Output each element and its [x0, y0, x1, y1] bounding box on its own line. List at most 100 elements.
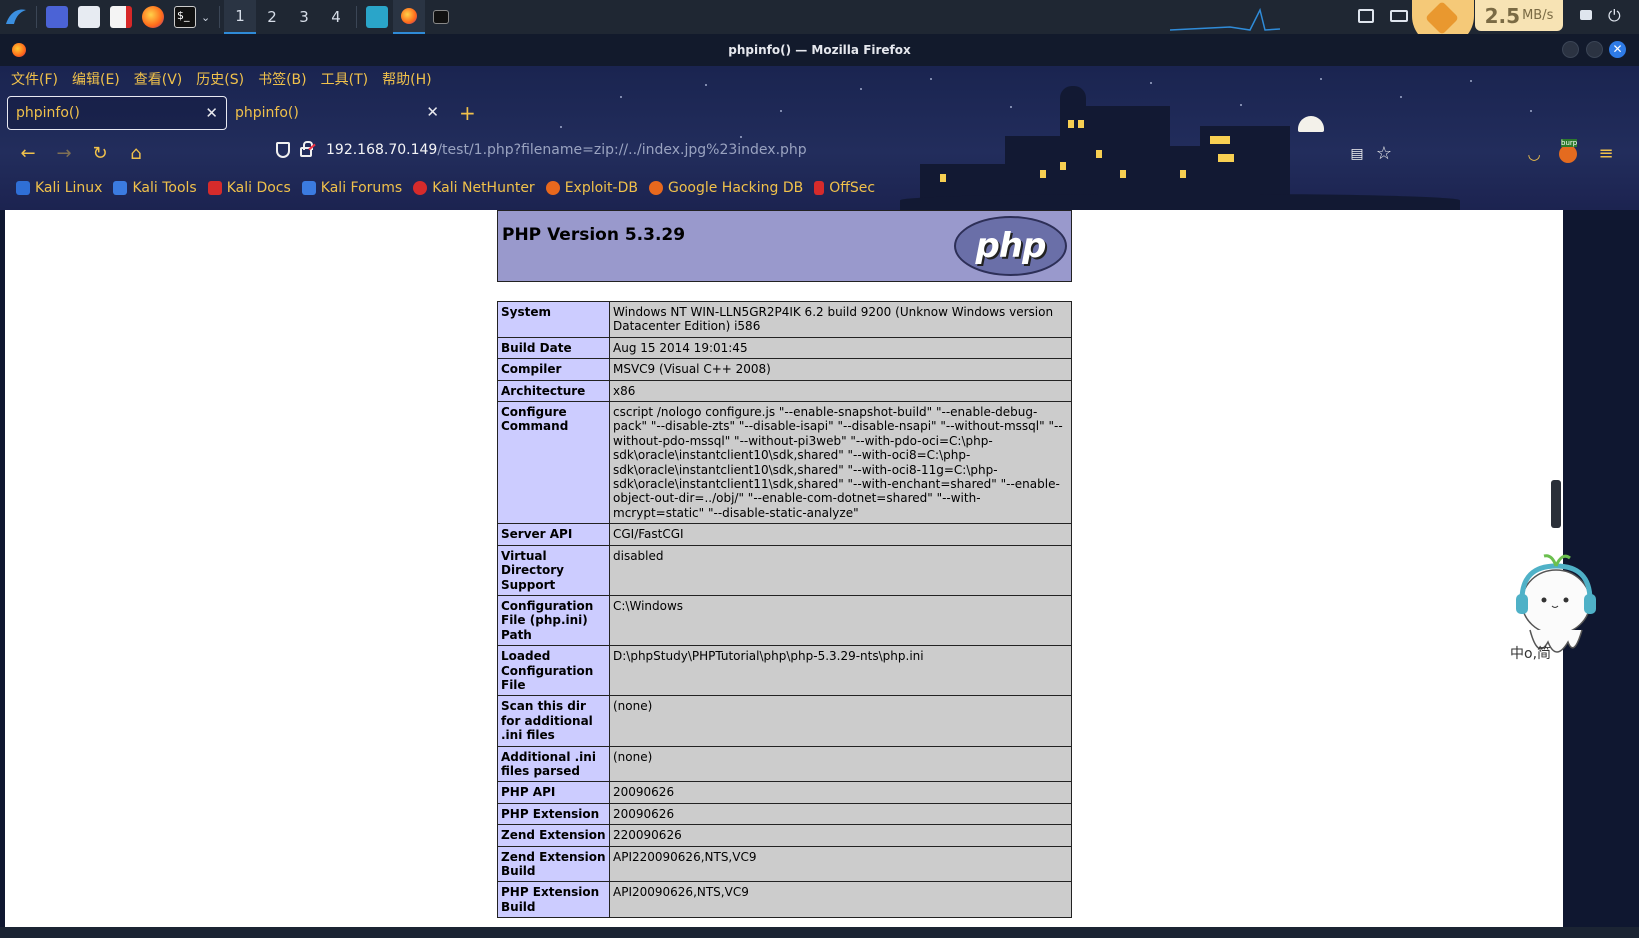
bookmark-exploit-db[interactable]: Exploit-DB	[545, 180, 638, 196]
bookmark-kali-forums[interactable]: Kali Forums	[301, 180, 402, 196]
taskbar-divider	[36, 6, 37, 28]
menu-edit[interactable]: 编辑(E)	[72, 69, 120, 89]
forward-arrow-icon[interactable]: →	[52, 142, 76, 166]
tab-title: phpinfo()	[16, 105, 80, 121]
network-speed-unit: MB/s	[1522, 8, 1554, 23]
kali-nethunter-icon	[413, 181, 428, 195]
kali-menu-button[interactable]	[0, 0, 32, 34]
workspace-1[interactable]: 1	[224, 0, 256, 34]
power-icon[interactable]: ⏻	[1608, 6, 1621, 26]
menu-help[interactable]: 帮助(H)	[382, 69, 431, 89]
php-info-key: PHP Extension Build	[497, 881, 610, 919]
php-info-value: disabled	[609, 544, 1072, 596]
side-panel-handle[interactable]	[1551, 480, 1561, 528]
php-info-value: Aug 15 2014 19:01:45	[609, 336, 1072, 360]
launcher-dropdown-chevron-icon[interactable]: ⌄	[201, 11, 215, 24]
exploit-db-icon	[545, 181, 560, 195]
kali-dragon-icon	[6, 9, 26, 24]
keyboard-icon[interactable]	[1390, 10, 1408, 22]
workspace-3[interactable]: 3	[288, 0, 320, 34]
burp-extension-label: burp	[1561, 139, 1578, 147]
menu-file[interactable]: 文件(F)	[11, 69, 58, 89]
php-info-key: Additional .ini files parsed	[497, 745, 610, 783]
bookmark-kali-docs[interactable]: Kali Docs	[207, 180, 291, 196]
bookmark-kali-nethunter[interactable]: Kali NetHunter	[413, 180, 535, 196]
bookmark-google-hacking-db[interactable]: Google Hacking DB	[648, 180, 803, 196]
php-info-row: PHP Extension 20090626	[497, 802, 1072, 826]
reader-view-icon[interactable]: ▤	[1345, 142, 1369, 166]
pocket-icon[interactable]: ◡	[1522, 142, 1546, 166]
terminal-icon: $_	[174, 6, 196, 28]
php-logo[interactable]: php	[954, 216, 1067, 276]
php-info-key: Scan this dir for additional .ini files	[497, 695, 610, 747]
php-info-row: Configure Command cscript /nologo configu…	[497, 401, 1072, 525]
lock-screen-icon[interactable]	[1580, 10, 1592, 20]
navigation-toolbar: ← → ↻ ⌂ 192.168.70.149/test/1.php?filena…	[0, 136, 1639, 172]
network-graph-icon	[1170, 8, 1280, 31]
php-info-row: Compiler MSVC9 (Visual C++ 2008)	[497, 358, 1072, 381]
bookmark-kali-linux[interactable]: Kali Linux	[16, 180, 102, 196]
kali-linux-icon	[16, 181, 30, 195]
close-window-button[interactable]: ✕	[1609, 41, 1626, 58]
tab-title: phpinfo()	[235, 105, 299, 121]
burp-extension-icon[interactable]: burp	[1556, 139, 1580, 166]
window-title: phpinfo() — Mozilla Firefox	[728, 43, 911, 57]
new-tab-button[interactable]: +	[459, 101, 476, 125]
desktop-icon	[46, 6, 68, 28]
close-tab-icon[interactable]: ✕	[205, 104, 218, 122]
tab-strip: phpinfo() ✕ phpinfo() ✕ +	[7, 95, 476, 131]
php-logo-text: php	[975, 226, 1047, 266]
terminal-task-icon	[433, 10, 449, 24]
menu-history[interactable]: 历史(S)	[196, 69, 244, 89]
php-info-key: Configure Command	[497, 401, 610, 525]
task-terminal-button[interactable]	[425, 0, 457, 34]
url-bar[interactable]: 192.168.70.149/test/1.php?filename=zip:/…	[276, 141, 807, 158]
insecure-lock-icon[interactable]	[300, 141, 313, 157]
php-info-row: Scan this dir for additional .ini files(…	[497, 695, 1072, 747]
display-icon[interactable]	[1358, 9, 1374, 23]
php-info-key: PHP Extension	[497, 802, 610, 826]
folder-icon	[78, 6, 100, 28]
php-info-value: (none)	[609, 695, 1072, 747]
workspace-2[interactable]: 2	[256, 0, 288, 34]
tab-phpinfo-2[interactable]: phpinfo() ✕	[227, 96, 447, 130]
file-manager-button[interactable]	[73, 0, 105, 34]
minimize-button[interactable]	[1562, 41, 1579, 58]
window-bottom-edge	[0, 927, 1639, 938]
terminal-launcher-button[interactable]: $_	[169, 0, 201, 34]
php-info-key: System	[497, 301, 610, 338]
reload-icon[interactable]: ↻	[88, 142, 112, 166]
back-arrow-icon[interactable]: ←	[16, 142, 40, 166]
task-burp-button[interactable]	[361, 0, 393, 34]
php-info-key: Compiler	[497, 358, 610, 381]
php-info-row: System Windows NT WIN-LLN5GR2P4IK 6.2 bui…	[497, 301, 1072, 338]
php-version-header: PHP Version 5.3.29 php	[497, 210, 1072, 282]
hamburger-menu-icon[interactable]: ≡	[1594, 142, 1618, 166]
workspace-4[interactable]: 4	[320, 0, 352, 34]
text-editor-button[interactable]	[105, 0, 137, 34]
firefox-icon	[142, 6, 164, 28]
bookmark-star-icon[interactable]: ☆	[1372, 142, 1396, 166]
os-taskbar: $_ ⌄ 1 2 3 4 2.5 MB/s ⏻	[0, 0, 1639, 46]
php-info-value: API20090626,NTS,VC9	[609, 881, 1072, 919]
task-firefox-button[interactable]	[393, 0, 425, 34]
bookmark-kali-tools[interactable]: Kali Tools	[113, 180, 197, 196]
close-tab-icon[interactable]: ✕	[426, 103, 439, 121]
maximize-button[interactable]	[1586, 41, 1603, 58]
bookmark-offsec[interactable]: OffSec	[814, 180, 875, 196]
menu-tools[interactable]: 工具(T)	[321, 69, 368, 89]
page-viewport[interactable]: PHP Version 5.3.29 php System Windows NT …	[5, 210, 1563, 927]
firefox-launcher-button[interactable]	[137, 0, 169, 34]
php-info-row: Additional .ini files parsed (none)	[497, 745, 1072, 783]
bookmark-label: Kali Tools	[132, 180, 197, 196]
php-info-value: (none)	[609, 745, 1072, 783]
tab-phpinfo-1[interactable]: phpinfo() ✕	[7, 96, 227, 130]
home-icon[interactable]: ⌂	[124, 142, 148, 166]
php-info-value: API220090626,NTS,VC9	[609, 845, 1072, 883]
desktop-mascot-pet[interactable]: 中o,简	[1508, 550, 1598, 680]
menu-bookmarks[interactable]: 书签(B)	[258, 69, 307, 89]
menu-view[interactable]: 查看(V)	[134, 69, 183, 89]
show-desktop-button[interactable]	[41, 0, 73, 34]
bookmark-label: Kali Docs	[226, 180, 291, 196]
tracking-protection-shield-icon[interactable]	[276, 142, 290, 158]
